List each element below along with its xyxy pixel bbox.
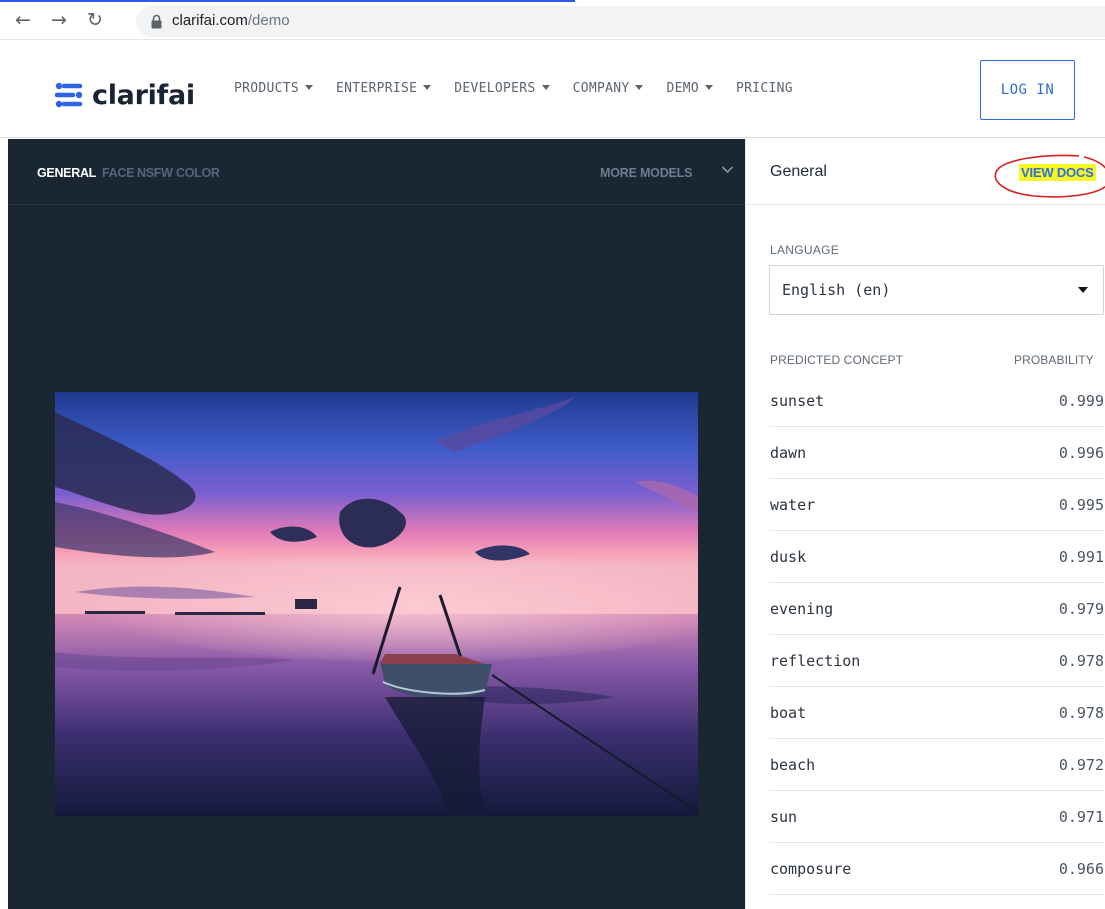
tab-general[interactable]: GENERAL [37,166,96,180]
clarifai-logo[interactable]: clarifai [52,79,195,111]
model-tabs-bar: GENERAL FACE NSFW COLOR MORE MODELS [8,139,745,205]
nav-demo-label: DEMO [666,81,699,96]
more-models-dropdown[interactable]: MORE MODELS [600,166,692,180]
nav-enterprise[interactable]: ENTERPRISE [336,81,432,96]
login-button[interactable]: LOG IN [980,60,1075,120]
language-value: English (en) [782,281,891,299]
main-nav: PRODUCTS ENTERPRISE DEVELOPERS COMPANY D… [234,81,816,96]
url-text: clarifai.com/demo [172,12,290,29]
caret-down-icon [423,85,432,90]
concept-name: dusk [770,548,807,566]
nav-company-label: COMPANY [572,81,630,96]
forward-arrow-icon[interactable]: → [48,9,70,31]
back-arrow-icon[interactable]: ← [12,9,34,31]
concept-row: sun 0.971 [769,791,1104,843]
probability-header: PROBABILITY [1014,353,1094,367]
concept-row: beach 0.972 [769,739,1104,791]
clarifai-logo-mark-icon [54,82,83,108]
nav-products-label: PRODUCTS [234,81,300,96]
nav-enterprise-label: ENTERPRISE [336,81,418,96]
concept-name: sun [770,808,798,826]
browser-toolbar: ← → ↻ clarifai.com/demo [0,2,1105,40]
concept-name: beach [770,756,816,774]
tab-nsfw[interactable]: NSFW [137,166,173,180]
concept-probability: 0.999 [1058,392,1104,410]
caret-down-icon [305,85,314,90]
reload-icon[interactable]: ↻ [84,9,106,31]
predicted-concept-header: PREDICTED CONCEPT [770,353,904,367]
concept-name: reflection [770,652,861,670]
concept-name: dawn [770,444,807,462]
caret-down-icon [635,85,644,90]
concept-row: composure 0.966 [769,843,1104,895]
model-title: General [770,163,827,180]
results-panel: General VIEW DOCS LANGUAGE English (en) … [745,139,1105,909]
chevron-down-icon[interactable] [721,163,734,176]
concept-row: sunset 0.999 [769,375,1104,427]
site-header: clarifai PRODUCTS ENTERPRISE DEVELOPERS … [0,41,1105,138]
dropdown-caret-icon [1078,287,1088,293]
url-path: /demo [247,12,290,29]
concept-probability: 0.966 [1058,860,1104,878]
tab-color[interactable]: COLOR [176,166,220,180]
concept-probability: 0.972 [1058,756,1104,774]
red-circle-annotation [994,154,1105,198]
language-select[interactable]: English (en) [769,265,1104,315]
concept-name: composure [770,860,852,878]
nav-pricing[interactable]: PRICING [736,81,793,96]
sunset-boat-photo [55,392,698,816]
nav-demo[interactable]: DEMO [666,81,713,96]
caret-down-icon [704,85,713,90]
concept-name: evening [770,600,834,618]
results-header: General VIEW DOCS [746,139,1105,205]
concept-row: reflection 0.978 [769,635,1104,687]
concept-probability: 0.995 [1058,496,1104,514]
concept-probability: 0.996 [1058,444,1104,462]
concept-probability: 0.978 [1058,704,1104,722]
concept-name: boat [770,704,807,722]
language-label: LANGUAGE [770,243,840,257]
demo-image-panel: GENERAL FACE NSFW COLOR MORE MODELS [8,139,745,909]
concept-name: sunset [770,392,825,410]
nav-developers-label: DEVELOPERS [454,81,536,96]
address-bar[interactable]: clarifai.com/demo [136,6,1105,37]
caret-down-icon [541,85,550,90]
url-domain: clarifai.com [172,12,248,29]
nav-products[interactable]: PRODUCTS [234,81,314,96]
nav-developers[interactable]: DEVELOPERS [454,81,550,96]
concept-row: water 0.995 [769,479,1104,531]
lock-icon [151,14,162,29]
concept-row: boat 0.978 [769,687,1104,739]
concept-row: evening 0.979 [769,583,1104,635]
concept-probability: 0.991 [1058,548,1104,566]
concept-row: dawn 0.996 [769,427,1104,479]
logo-text: clarifai [92,79,195,111]
concept-list: sunset 0.999 dawn 0.996 water 0.995 dusk 0.9… [769,375,1104,895]
concept-probability: 0.979 [1058,600,1104,618]
concept-probability: 0.978 [1058,652,1104,670]
concept-row: dusk 0.991 [769,531,1104,583]
nav-pricing-label: PRICING [735,81,793,96]
tab-face[interactable]: FACE [102,166,134,180]
concept-name: water [770,496,816,514]
nav-company[interactable]: COMPANY [573,81,644,96]
concept-probability: 0.971 [1058,808,1104,826]
